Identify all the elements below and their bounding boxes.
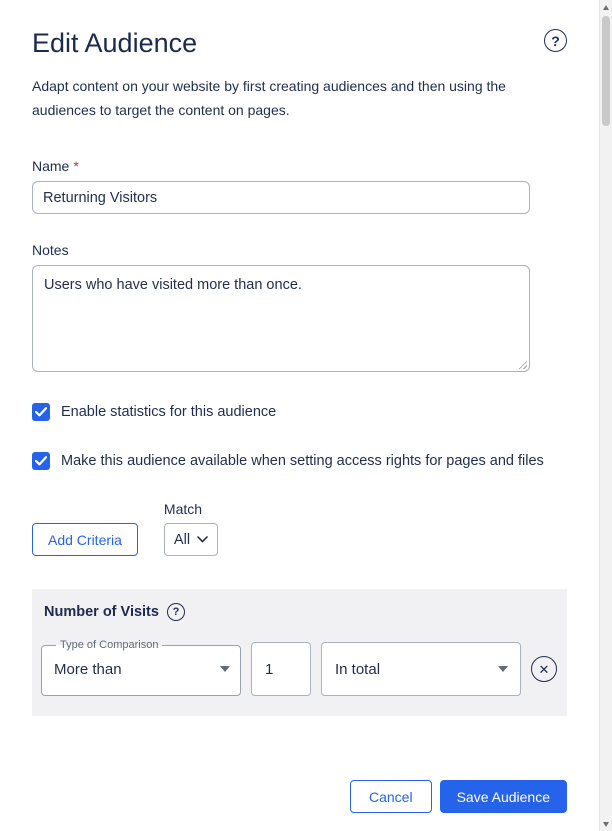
notes-label: Notes <box>32 242 69 259</box>
name-label-text: Name <box>32 158 70 175</box>
criterion-help-icon[interactable]: ? <box>166 603 185 622</box>
cancel-button[interactable]: Cancel <box>350 780 432 814</box>
checkbox-label: Make this audience available when settin… <box>61 453 544 470</box>
add-criteria-button[interactable]: Add Criteria <box>32 523 138 557</box>
criterion-header: Number of Visits ? <box>41 603 558 622</box>
name-label: Name * <box>32 158 567 174</box>
close-icon: ✕ <box>538 661 550 677</box>
footer-actions: Cancel Save Audience <box>32 780 567 814</box>
scroll-down-button[interactable] <box>600 817 612 831</box>
visits-count-input[interactable] <box>251 642 311 697</box>
checkbox-access-rights[interactable]: Make this audience available when settin… <box>32 452 567 471</box>
dropdown-arrow-icon <box>498 666 508 673</box>
scroll-up-arrow-icon <box>603 4 609 10</box>
notes-textarea[interactable]: Users who have visited more than once. <box>32 265 530 373</box>
help-icon[interactable]: ? <box>544 29 567 52</box>
criterion-panel: Number of Visits ? Type of Comparison Mo… <box>32 589 567 717</box>
scrollbar[interactable] <box>599 0 612 831</box>
match-label: Match <box>163 501 203 518</box>
checkbox-checked-icon[interactable] <box>32 403 50 422</box>
chevron-down-icon <box>197 536 208 543</box>
unit-select[interactable]: In total <box>321 642 521 697</box>
name-field: Name * <box>32 158 567 215</box>
header: Edit Audience ? <box>32 26 567 60</box>
checkmark-icon <box>35 407 47 417</box>
match-select[interactable]: All <box>163 523 219 557</box>
save-audience-button[interactable]: Save Audience <box>439 780 567 814</box>
page-title: Edit Audience <box>32 28 198 58</box>
help-icon-glyph: ? <box>551 32 560 49</box>
required-asterisk: * <box>73 158 79 175</box>
match-group: Match All <box>163 501 219 557</box>
notes-textarea-wrap: Users who have visited more than once. <box>32 265 530 373</box>
checkbox-enable-statistics[interactable]: Enable statistics for this audience <box>32 403 567 422</box>
comparison-select-inner: More than <box>54 651 230 687</box>
unit-select-value: In total <box>335 660 381 678</box>
page-description: Adapt content on your website by first c… <box>32 78 506 119</box>
scrollbar-thumb[interactable] <box>602 16 610 126</box>
checkbox-checked-icon[interactable] <box>32 452 50 471</box>
comparison-select-label: Type of Comparison <box>60 639 159 652</box>
criterion-controls: Type of Comparison More than In total ✕ <box>41 639 558 697</box>
criteria-controls: Add Criteria Match All <box>32 501 567 557</box>
checkbox-label: Enable statistics for this audience <box>61 404 277 421</box>
dropdown-arrow-icon <box>220 666 230 673</box>
help-icon-glyph: ? <box>172 606 180 619</box>
checkmark-icon <box>35 456 47 466</box>
remove-criterion-button[interactable]: ✕ <box>531 656 557 683</box>
criterion-title: Number of Visits <box>44 604 159 621</box>
name-input[interactable] <box>32 181 530 215</box>
notes-field: Notes Users who have visited more than o… <box>32 242 567 373</box>
comparison-select[interactable]: Type of Comparison More than <box>41 639 241 697</box>
scroll-up-button[interactable] <box>600 0 612 14</box>
comparison-select-value: More than <box>54 660 122 678</box>
match-select-value: All <box>173 531 191 548</box>
scroll-down-arrow-icon <box>603 821 609 827</box>
edit-audience-form: Edit Audience ? Adapt content on your we… <box>0 0 599 831</box>
